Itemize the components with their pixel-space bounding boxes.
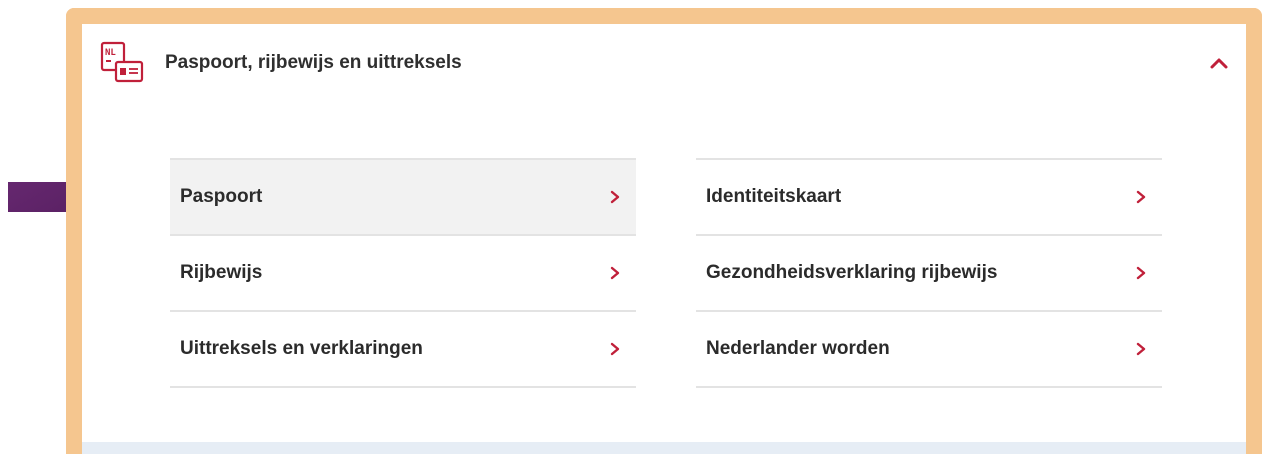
link-label: Identiteitskaart bbox=[706, 186, 842, 207]
svg-text:NL: NL bbox=[105, 48, 116, 58]
link-paspoort[interactable]: Paspoort bbox=[170, 158, 636, 234]
passport-id-card-icon: NL bbox=[100, 41, 144, 83]
accordion-header[interactable]: NL Paspoort, rijbewijs en uittreksels bbox=[99, 38, 1230, 88]
link-gezondheidsverklaring-rijbewijs[interactable]: Gezondheidsverklaring rijbewijs bbox=[696, 234, 1162, 310]
section-title: Paspoort, rijbewijs en uittreksels bbox=[165, 52, 462, 73]
link-column-left: Paspoort Rijbewijs Uittreksels en verkla… bbox=[170, 158, 636, 388]
chevron-right-icon bbox=[1136, 190, 1146, 204]
link-column-right: Identiteitskaart Gezondheidsverklaring r… bbox=[696, 158, 1162, 388]
accordion-panel: NL Paspoort, rijbewijs en uittreksels Pa… bbox=[66, 8, 1262, 454]
chevron-right-icon bbox=[610, 266, 620, 280]
link-label: Uittreksels en verklaringen bbox=[180, 338, 423, 359]
link-label: Rijbewijs bbox=[180, 262, 263, 283]
link-label: Paspoort bbox=[180, 186, 263, 207]
chevron-right-icon bbox=[610, 342, 620, 356]
chevron-right-icon bbox=[1136, 342, 1146, 356]
chevron-up-icon[interactable] bbox=[1208, 52, 1230, 74]
link-label: Gezondheidsverklaring rijbewijs bbox=[706, 262, 998, 283]
link-label: Nederlander worden bbox=[706, 338, 890, 359]
panel-bottom-divider bbox=[82, 442, 1246, 454]
link-uittreksels-en-verklaringen[interactable]: Uittreksels en verklaringen bbox=[170, 310, 636, 388]
link-identiteitskaart[interactable]: Identiteitskaart bbox=[696, 158, 1162, 234]
link-rijbewijs[interactable]: Rijbewijs bbox=[170, 234, 636, 310]
link-nederlander-worden[interactable]: Nederlander worden bbox=[696, 310, 1162, 388]
chevron-right-icon bbox=[610, 190, 620, 204]
chevron-right-icon bbox=[1136, 266, 1146, 280]
